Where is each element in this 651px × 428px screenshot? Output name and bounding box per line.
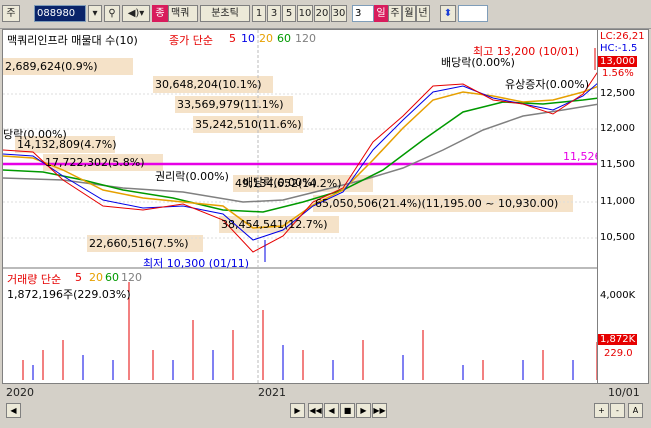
scroll-right-button[interactable]: ▶ bbox=[290, 403, 305, 418]
period-5-button[interactable]: 5 bbox=[282, 5, 296, 22]
period-select[interactable]: 3 bbox=[352, 5, 374, 22]
low-price-label: 최저 10,300 (01/11) bbox=[143, 257, 250, 270]
event-label-dividend-1: 당락(0.00%) bbox=[3, 128, 67, 141]
tick-11500: 11,500 bbox=[600, 159, 635, 170]
dropdown-arrow-icon[interactable]: ▾ bbox=[88, 5, 102, 22]
volume-profile-7: 38,454,541(12.7%) bbox=[221, 218, 328, 231]
tick-10500: 10,500 bbox=[600, 232, 635, 243]
ma-60-label: 60 bbox=[277, 32, 291, 45]
prev-button[interactable]: ◀ bbox=[324, 403, 339, 418]
zoom-in-button[interactable]: + bbox=[594, 403, 609, 418]
scroll-left-button[interactable]: ◀ bbox=[6, 403, 21, 418]
x-label-2020: 2020 bbox=[6, 386, 34, 399]
auto-button[interactable]: A bbox=[628, 403, 643, 418]
right-axis: LC:26,21 HC:-1.5 13,000 1.56% 12,500 12,… bbox=[598, 29, 649, 384]
ma-20-label: 20 bbox=[259, 32, 273, 45]
tab-year[interactable]: 년 bbox=[416, 5, 430, 22]
vol-ma-5: 5 bbox=[75, 271, 82, 284]
tick-12500: 12,500 bbox=[600, 88, 635, 99]
search-icon[interactable]: ⚲ bbox=[104, 5, 120, 22]
event-label-rights: 권리락(0.00%) bbox=[155, 170, 229, 183]
ma-label: 종가 단순 bbox=[169, 34, 213, 47]
period-10-button[interactable]: 10 bbox=[297, 5, 313, 22]
period-30-button[interactable]: 30 bbox=[331, 5, 347, 22]
volume-profile-8: 65,050,506(21.4%)(11,195.00 ~ 10,930.00) bbox=[315, 197, 559, 210]
next-button[interactable]: ▶ bbox=[356, 403, 371, 418]
stop-button[interactable]: ■ bbox=[340, 403, 355, 418]
speaker-icon[interactable]: ◀)▾ bbox=[122, 5, 150, 22]
period-label-button[interactable]: 분초틱 bbox=[200, 5, 250, 22]
event-label-rights-issue: 유상증자(0.00%) bbox=[505, 78, 590, 91]
vol-current-badge: 1,872K bbox=[598, 334, 638, 345]
tab-month[interactable]: 월 bbox=[402, 5, 416, 22]
chart-title: 맥쿼리인프라 매물대 수(10) bbox=[7, 34, 138, 47]
stock-tag-icon: 종 bbox=[152, 5, 168, 22]
current-price-badge: 13,000 bbox=[598, 56, 637, 67]
tick-11000: 11,000 bbox=[600, 196, 635, 207]
volume-title: 거래량 단순 bbox=[7, 273, 62, 286]
day-button[interactable]: 일 bbox=[374, 5, 388, 22]
ma-5-label: 5 bbox=[229, 32, 236, 45]
vol-tick-4000k: 4,000K bbox=[600, 290, 636, 301]
toolbar: 주 088980 ▾ ⚲ ◀)▾ 종 맥쿼 분초틱 1 3 5 10 20 30… bbox=[0, 0, 651, 29]
volume-profile-1: 30,648,204(10.1%) bbox=[155, 78, 262, 91]
vol-ma-60: 60 bbox=[105, 271, 119, 284]
zoom-out-button[interactable]: - bbox=[610, 403, 625, 418]
lc-label: LC:26,21 bbox=[600, 31, 645, 42]
volume-current: 1,872,196주(229.03%) bbox=[7, 288, 131, 301]
vol-ma-20: 20 bbox=[89, 271, 103, 284]
chart-panel[interactable]: 맥쿼리인프라 매물대 수(10) 종가 단순 5 10 20 60 120 2,… bbox=[2, 29, 598, 384]
volume-profile-9: 22,660,516(7.5%) bbox=[89, 237, 189, 250]
hc-label: HC:-1.5 bbox=[600, 43, 638, 54]
tick-12000: 12,000 bbox=[600, 123, 635, 134]
x-label-2021: 2021 bbox=[258, 386, 286, 399]
period-type-button[interactable]: 주 bbox=[2, 5, 20, 22]
last-button[interactable]: ▶▶ bbox=[372, 403, 387, 418]
volume-profile-5: 17,722,302(5.8%) bbox=[45, 156, 145, 169]
volume-profile-3: 35,242,510(11.6%) bbox=[195, 118, 302, 131]
change-pct: 1.56% bbox=[602, 68, 634, 79]
volume-profile-0: 2,689,624(0.9%) bbox=[5, 60, 98, 73]
stock-code-input[interactable]: 088980 bbox=[34, 5, 86, 22]
vol-value2: 229.0 bbox=[604, 348, 633, 359]
vol-ma-120: 120 bbox=[121, 271, 142, 284]
event-label-dividend-3: 배당락(0.00%) bbox=[243, 176, 317, 189]
volume-profile-2: 33,569,979(11.1%) bbox=[177, 98, 284, 111]
count-input[interactable] bbox=[458, 5, 488, 22]
ma-10-label: 10 bbox=[241, 32, 255, 45]
tab-week[interactable]: 주 bbox=[388, 5, 402, 22]
period-20-button[interactable]: 20 bbox=[314, 5, 330, 22]
high-price-label: 최고 13,200 (10/01) bbox=[473, 45, 580, 58]
x-label-date: 10/01 bbox=[608, 386, 640, 399]
period-3-button[interactable]: 3 bbox=[267, 5, 281, 22]
period-1-button[interactable]: 1 bbox=[252, 5, 266, 22]
ma-120-label: 120 bbox=[295, 32, 316, 45]
up-down-arrow-icon[interactable]: ⬍ bbox=[440, 5, 456, 22]
first-button[interactable]: ◀◀ bbox=[308, 403, 323, 418]
stock-name-label[interactable]: 맥쿼 bbox=[168, 5, 198, 22]
hline-value-label: 11,526 bbox=[563, 150, 598, 163]
